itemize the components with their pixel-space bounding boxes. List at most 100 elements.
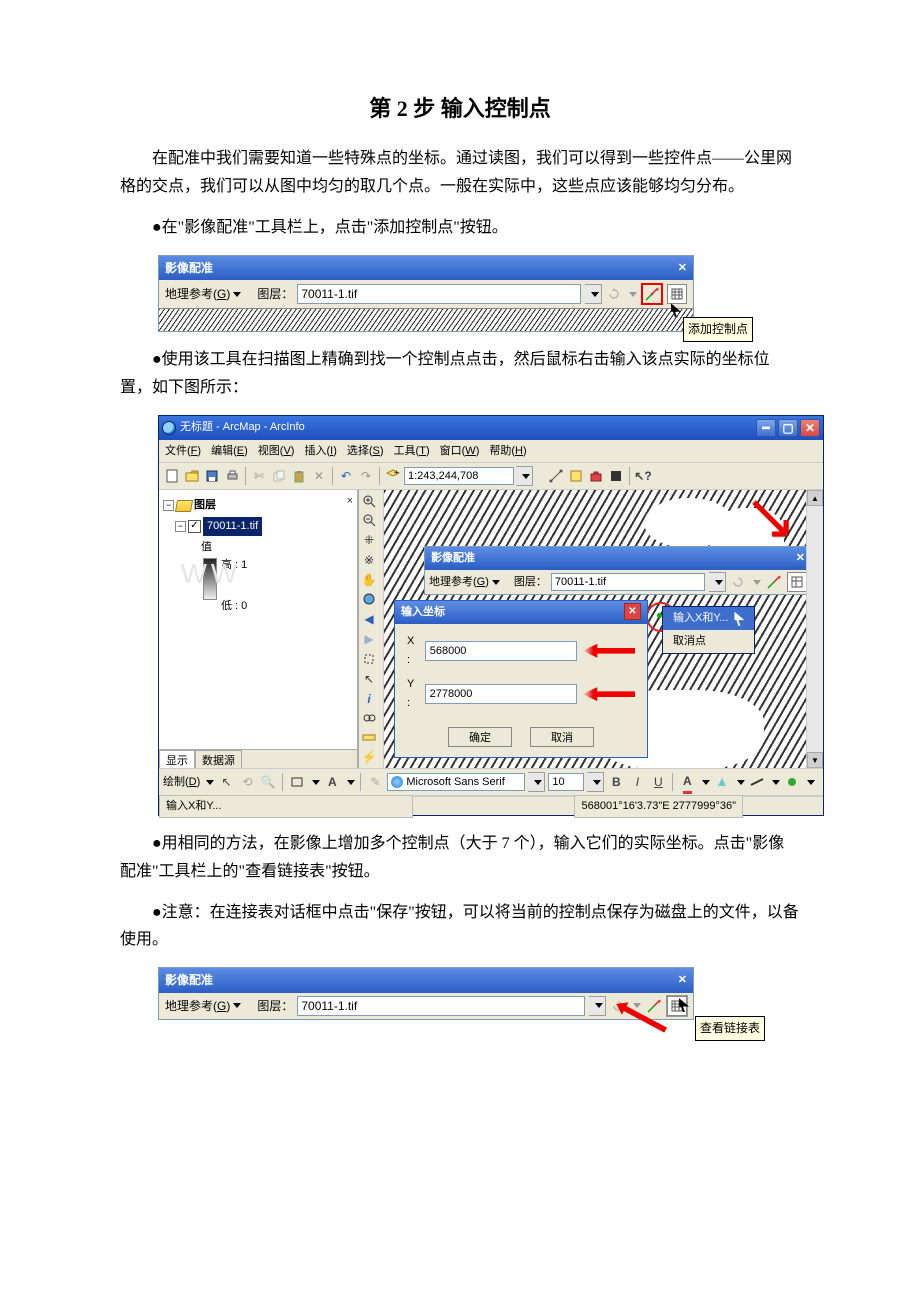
toc-layer-name[interactable]: 70011-1.tif xyxy=(203,517,262,536)
menu-select[interactable]: 选择(S) xyxy=(347,442,384,461)
save-icon[interactable] xyxy=(203,467,221,485)
underline-icon[interactable]: U xyxy=(649,773,667,791)
fixed-zoom-out-icon[interactable]: ※ xyxy=(360,551,378,569)
toc-tab-display[interactable]: 显示 xyxy=(159,750,195,768)
add-data-icon[interactable]: + xyxy=(384,467,402,485)
scroll-down-icon[interactable]: ▼ xyxy=(807,752,823,768)
scroll-up-icon[interactable]: ▲ xyxy=(807,490,823,506)
input-coord-dialog: 输入坐标 ✕ X : Y : 确定 xyxy=(394,600,648,757)
tree-collapse-icon[interactable]: − xyxy=(175,521,186,532)
select-elements-icon[interactable]: ↖ xyxy=(360,670,378,688)
menu-window[interactable]: 窗口(W) xyxy=(440,442,480,461)
zoom-icon[interactable]: 🔍 xyxy=(259,773,277,791)
rectangle-icon[interactable] xyxy=(288,773,306,791)
toc-close-icon[interactable]: × xyxy=(347,492,353,511)
view-links-button[interactable] xyxy=(667,284,687,304)
select-features-icon[interactable] xyxy=(360,650,378,667)
map-view[interactable]: 影像配准✕ 地理参考(G) 图层： 70011-1.tif + xyxy=(384,490,806,768)
text-icon[interactable]: A xyxy=(323,773,341,791)
fixed-zoom-in-icon[interactable]: ⁜ xyxy=(360,531,378,549)
marker-color-icon[interactable] xyxy=(783,773,801,791)
whats-this-icon[interactable]: ↖? xyxy=(634,467,652,485)
layer-visibility-checkbox[interactable]: ✓ xyxy=(188,520,201,533)
x-input[interactable] xyxy=(425,641,577,661)
georef-dropdown[interactable]: 地理参考(G) xyxy=(165,284,241,304)
menu-insert[interactable]: 插入(I) xyxy=(304,442,336,461)
scale-dropdown-button[interactable] xyxy=(516,466,533,486)
layer-dropdown-button[interactable] xyxy=(585,284,602,304)
menu-help[interactable]: 帮助(H) xyxy=(489,442,526,461)
pan-icon[interactable]: ✋ xyxy=(360,571,378,589)
identify-icon[interactable]: i xyxy=(360,690,378,708)
fill-color-icon[interactable] xyxy=(713,773,731,791)
menu-view[interactable]: 视图(V) xyxy=(258,442,295,461)
vertical-scrollbar[interactable]: ▲ ▼ xyxy=(806,490,823,768)
arccatalog-icon[interactable] xyxy=(567,467,585,485)
close-button[interactable]: ✕ xyxy=(624,603,641,620)
add-control-point-button[interactable]: + xyxy=(765,573,783,591)
hyperlink-icon[interactable]: ⚡ xyxy=(360,748,378,766)
toc-tab-source[interactable]: 数据源 xyxy=(195,750,242,768)
tree-collapse-icon[interactable]: − xyxy=(163,500,174,511)
view-links-button[interactable] xyxy=(787,572,806,592)
font-color-icon[interactable]: A xyxy=(678,773,696,791)
layer-input[interactable]: 70011-1.tif xyxy=(297,996,585,1016)
red-arrow-annotation xyxy=(583,644,635,658)
cancel-button[interactable]: 取消 xyxy=(530,727,594,747)
toolbox-icon[interactable] xyxy=(587,467,605,485)
editor-toolbar-icon[interactable] xyxy=(547,467,565,485)
cut-icon[interactable]: ✄ xyxy=(250,467,268,485)
minimize-button[interactable]: ━ xyxy=(756,419,776,437)
menu-tools[interactable]: 工具(T) xyxy=(394,442,430,461)
scale-input[interactable]: 1:243,244,708 xyxy=(404,467,514,485)
full-extent-icon[interactable] xyxy=(360,591,378,608)
menu-edit[interactable]: 编辑(E) xyxy=(211,442,248,461)
font-dropdown-button[interactable] xyxy=(528,772,545,792)
georef-dropdown[interactable]: 地理参考(G) xyxy=(165,996,241,1016)
next-extent-icon[interactable]: ▶ xyxy=(360,630,378,648)
georef-dropdown[interactable]: 地理参考(G) xyxy=(429,573,500,592)
open-icon[interactable] xyxy=(183,467,201,485)
undo-icon[interactable]: ↶ xyxy=(337,467,355,485)
zoom-out-icon[interactable] xyxy=(360,512,378,529)
font-name-input[interactable]: Microsoft Sans Serif xyxy=(387,773,525,791)
zoom-in-icon[interactable] xyxy=(360,492,378,509)
italic-icon[interactable]: I xyxy=(628,773,646,791)
ok-button[interactable]: 确定 xyxy=(448,727,512,747)
layer-input[interactable]: 70011-1.tif xyxy=(551,573,705,591)
maximize-button[interactable]: ▢ xyxy=(778,419,798,437)
bullet-2: ●使用该工具在扫描图上精确到找一个控制点点击，然后鼠标右击输入该点实际的坐标位置… xyxy=(120,346,800,400)
new-icon[interactable] xyxy=(163,467,181,485)
bold-icon[interactable]: B xyxy=(607,773,625,791)
y-input[interactable] xyxy=(425,684,577,704)
close-icon[interactable]: ✕ xyxy=(678,971,687,990)
print-icon[interactable] xyxy=(223,467,241,485)
layer-dropdown-button[interactable] xyxy=(709,572,726,592)
close-icon[interactable]: ✕ xyxy=(678,259,687,278)
close-icon[interactable]: ✕ xyxy=(796,549,805,568)
menu-file[interactable]: 文件(F) xyxy=(165,442,201,461)
line-color-icon[interactable] xyxy=(748,773,766,791)
copy-icon[interactable] xyxy=(270,467,288,485)
cursor-icon xyxy=(734,612,744,626)
close-button[interactable]: ✕ xyxy=(800,419,820,437)
edit-vertices-icon[interactable]: ✎ xyxy=(366,773,384,791)
prev-extent-icon[interactable]: ◀ xyxy=(360,610,378,628)
draw-dropdown[interactable]: 绘制(D) xyxy=(163,773,214,792)
size-dropdown-button[interactable] xyxy=(587,772,604,792)
menu-item-cancel-point[interactable]: 取消点 xyxy=(663,630,754,653)
toc-value-label: 值 xyxy=(201,538,353,557)
paste-icon[interactable] xyxy=(290,467,308,485)
font-size-input[interactable]: 10 xyxy=(548,773,584,791)
layer-dropdown-button[interactable] xyxy=(589,996,606,1016)
layer-input[interactable]: 70011-1.tif xyxy=(297,284,581,304)
redo-icon[interactable]: ↷ xyxy=(357,467,375,485)
find-icon[interactable] xyxy=(360,710,378,727)
command-line-icon[interactable] xyxy=(607,467,625,485)
delete-icon[interactable]: ✕ xyxy=(310,467,328,485)
measure-icon[interactable] xyxy=(360,729,378,746)
select-elements-icon[interactable]: ↖ xyxy=(217,773,235,791)
menu-item-input-xy[interactable]: 输入X和Y... xyxy=(663,607,754,630)
add-control-point-button[interactable]: + xyxy=(641,283,663,305)
rotate-icon[interactable]: ⟲ xyxy=(238,773,256,791)
